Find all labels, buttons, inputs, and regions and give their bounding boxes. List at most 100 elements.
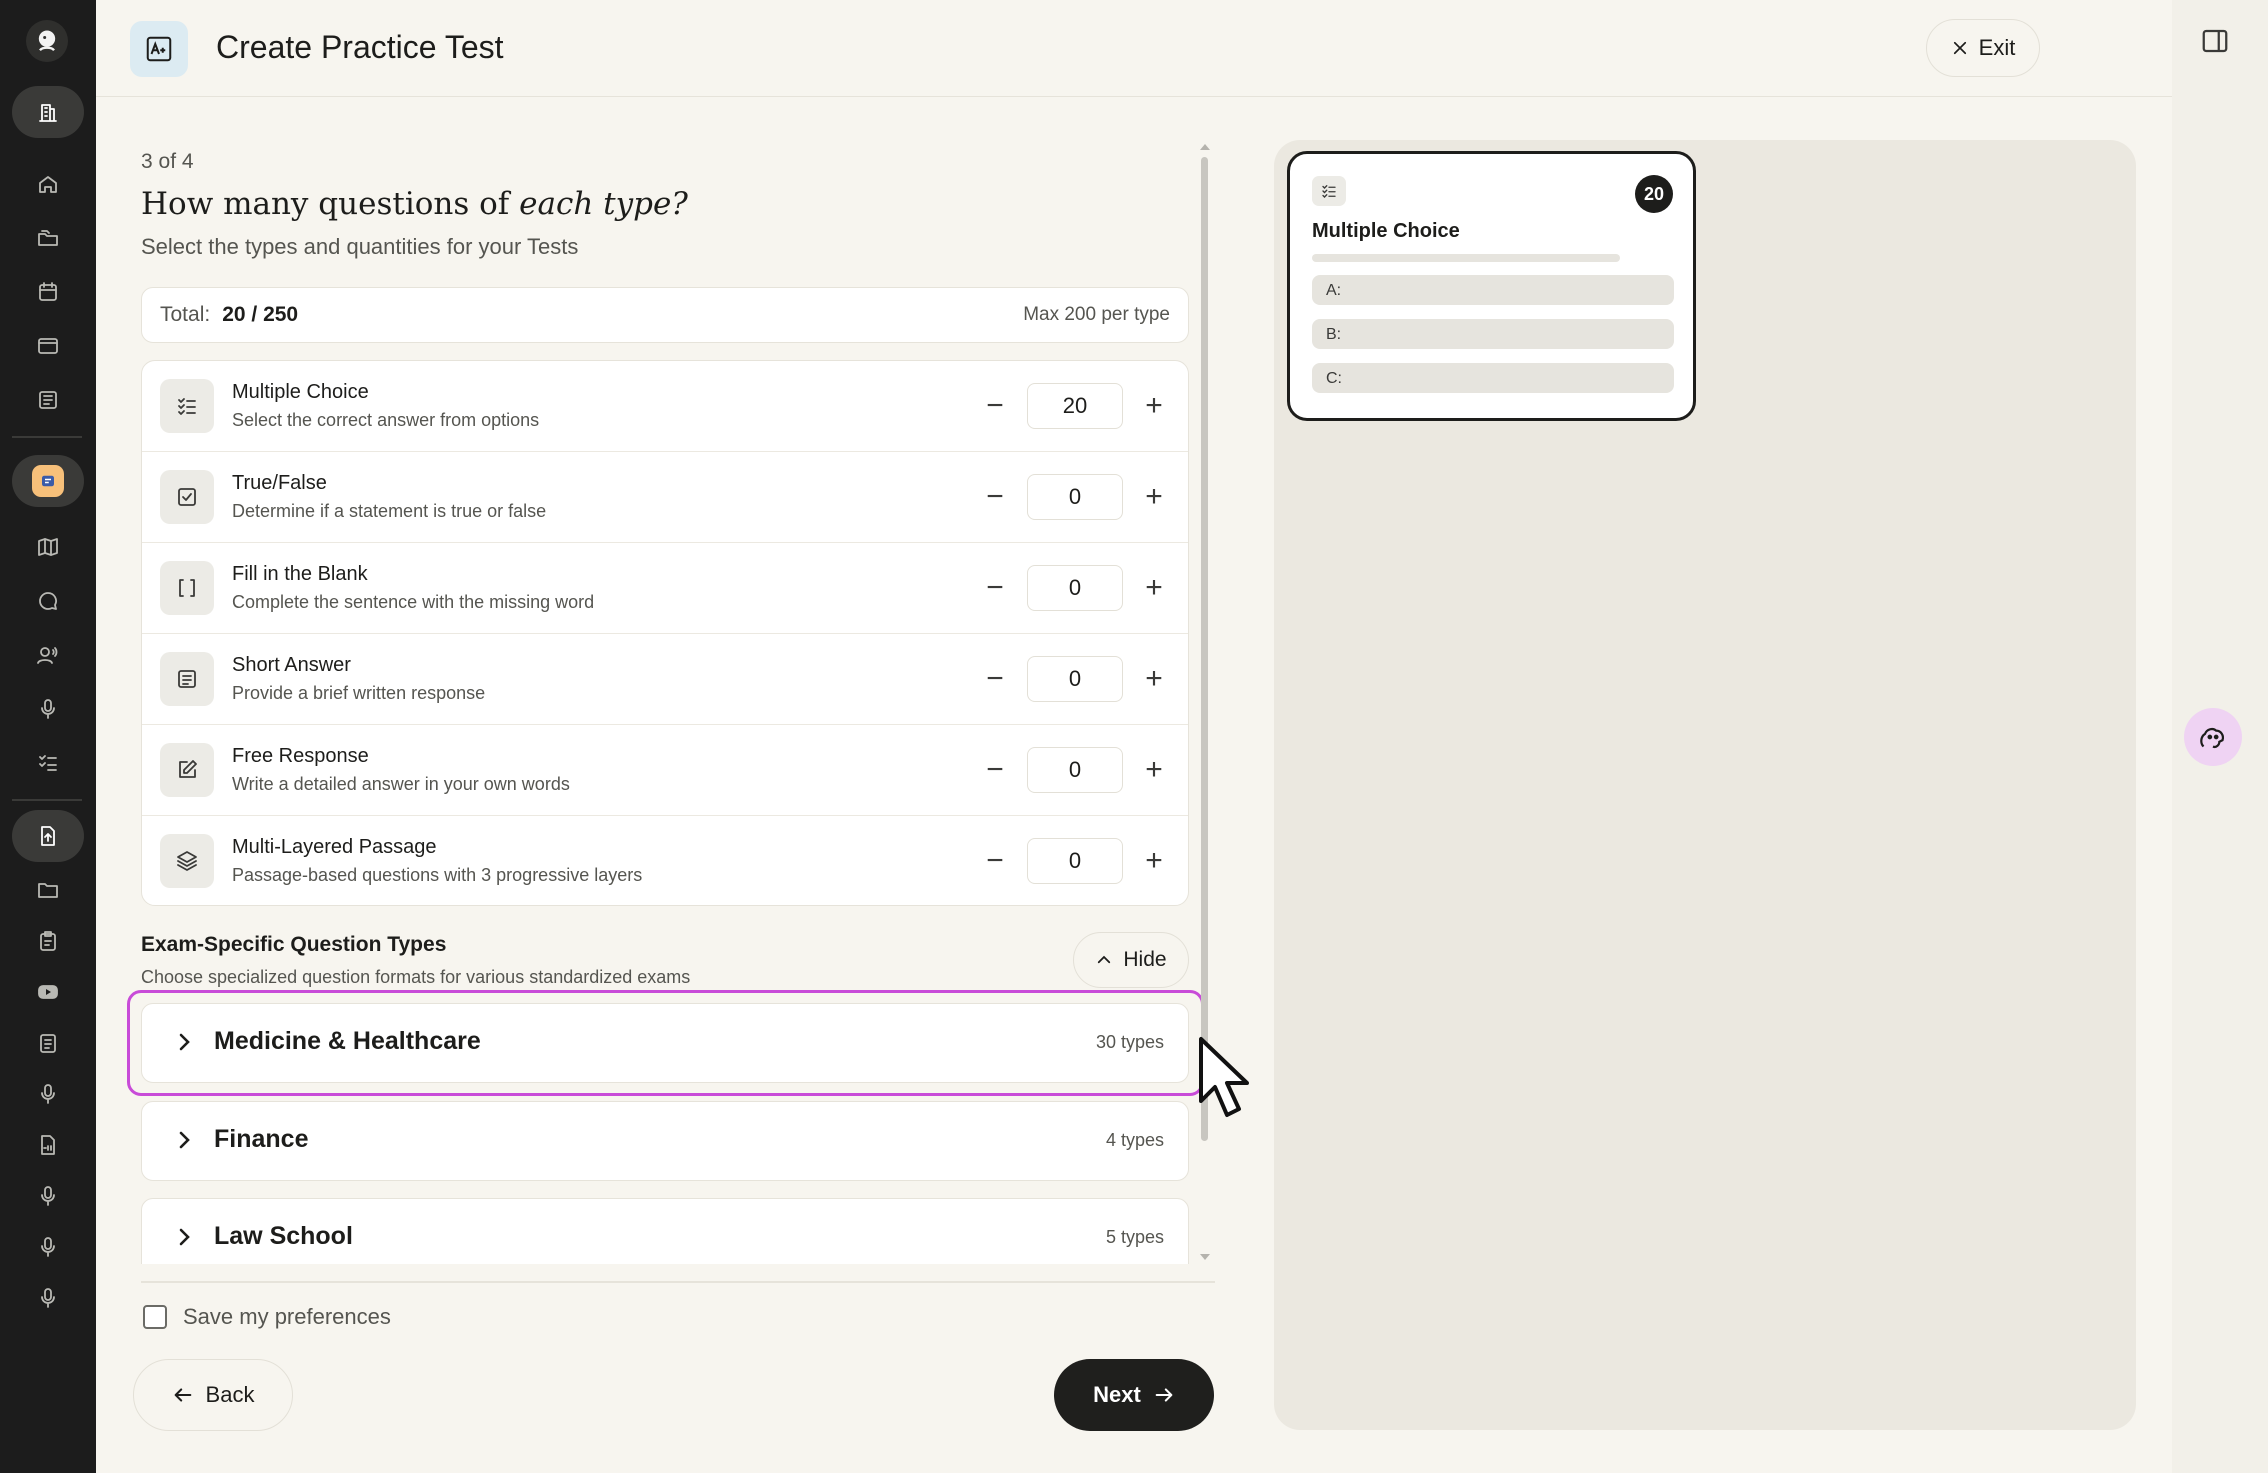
brackets-icon [160, 561, 214, 615]
increment-button[interactable]: + [1136, 479, 1172, 515]
folders-icon[interactable] [28, 218, 68, 258]
hide-button[interactable]: Hide [1073, 932, 1189, 988]
increment-button[interactable]: + [1136, 388, 1172, 424]
building-icon[interactable] [12, 86, 84, 138]
type-description: Provide a brief written response [232, 683, 486, 703]
increment-button[interactable]: + [1136, 661, 1172, 697]
increment-button[interactable]: + [1136, 570, 1172, 606]
type-row-multi-layered-passage: Multi-Layered Passage Passage-based ques… [142, 816, 1188, 905]
assistant-avatar-icon[interactable] [2184, 708, 2242, 766]
next-label: Next [1093, 1382, 1141, 1407]
voice-user-icon[interactable] [28, 635, 68, 675]
decrement-button[interactable]: − [977, 752, 1013, 788]
type-row-multiple-choice: Multiple Choice Select the correct answe… [142, 361, 1188, 452]
scroll-up-arrow-icon[interactable] [1199, 142, 1211, 152]
back-label: Back [205, 1382, 255, 1407]
category-finance[interactable]: Finance 4 types [141, 1101, 1189, 1181]
page-header: Create Practice Test [96, 0, 2172, 97]
decrement-button[interactable]: − [977, 570, 1013, 606]
back-button[interactable]: Back [133, 1359, 293, 1431]
scroll-down-arrow-icon[interactable] [1199, 1252, 1211, 1262]
type-name: Free Response [232, 745, 369, 767]
type-row-free-response: Free Response Write a detailed answer in… [142, 725, 1188, 816]
decrement-button[interactable]: − [977, 388, 1013, 424]
pdf-icon[interactable] [28, 1125, 68, 1165]
preview-count-badge: 20 [1635, 175, 1673, 213]
question-prefix: How many questions of [141, 186, 520, 222]
type-description: Determine if a statement is true or fals… [232, 501, 547, 521]
question-subtitle: Select the types and quantities for your… [141, 234, 579, 259]
category-count: 5 types [1105, 1227, 1164, 1247]
next-button[interactable]: Next [1054, 1359, 1214, 1431]
chat-icon[interactable] [28, 581, 68, 621]
type-description: Complete the sentence with the missing w… [232, 592, 595, 612]
type-row-short-answer: Short Answer Provide a brief written res… [142, 634, 1188, 725]
quantity-input[interactable]: 20 [1027, 383, 1123, 429]
quantity-input[interactable]: 0 [1027, 474, 1123, 520]
upload-file-icon[interactable] [12, 810, 84, 862]
quantity-input[interactable]: 0 [1027, 656, 1123, 702]
page-title: Create Practice Test [216, 29, 504, 65]
save-preferences-checkbox[interactable] [143, 1305, 167, 1329]
quantity-input[interactable]: 0 [1027, 565, 1123, 611]
panel-toggle-icon[interactable] [2200, 26, 2230, 56]
preview-card-multiple-choice: 20 Multiple Choice A: B: C: [1287, 151, 1696, 421]
preview-option: C: [1312, 363, 1674, 393]
question-types-list: Multiple Choice Select the correct answe… [141, 360, 1189, 906]
decrement-button[interactable]: − [977, 661, 1013, 697]
calendar-icon[interactable] [28, 272, 68, 312]
grade-a-plus-icon [130, 21, 188, 77]
type-description: Passage-based questions with 3 progressi… [232, 865, 643, 885]
folder-icon[interactable] [28, 870, 68, 910]
decrement-button[interactable]: − [977, 479, 1013, 515]
exam-types-subtitle: Choose specialized question formats for … [141, 967, 691, 987]
question-emphasis: each type? [519, 186, 688, 222]
mic-icon[interactable] [28, 1074, 68, 1114]
total-summary: Total: 20 / 250 Max 200 per type [141, 287, 1189, 343]
decrement-button[interactable]: − [977, 843, 1013, 879]
list-check-icon [160, 379, 214, 433]
increment-button[interactable]: + [1136, 752, 1172, 788]
chevron-right-icon [179, 1131, 190, 1149]
app-icon[interactable] [12, 455, 84, 507]
quantity-input[interactable]: 0 [1027, 747, 1123, 793]
arrow-right-icon [1155, 1388, 1173, 1402]
exit-button[interactable]: Exit [1926, 19, 2040, 77]
category-name: Law School [214, 1222, 353, 1250]
youtube-icon[interactable] [28, 972, 68, 1012]
text-lines-icon [160, 652, 214, 706]
mic-icon[interactable] [28, 1176, 68, 1216]
mic-icon[interactable] [28, 1278, 68, 1318]
increment-button[interactable]: + [1136, 843, 1172, 879]
category-name: Medicine & Healthcare [214, 1027, 481, 1055]
quantity-input[interactable]: 0 [1027, 838, 1123, 884]
category-medicine-healthcare[interactable]: Medicine & Healthcare 30 types [141, 1003, 1189, 1083]
preview-question-placeholder [1312, 254, 1620, 262]
category-count: 4 types [1105, 1130, 1164, 1150]
exam-types-heading: Exam-Specific Question Types [141, 933, 447, 956]
save-preferences-label: Save my preferences [183, 1304, 391, 1329]
category-law-school[interactable]: Law School 5 types [141, 1198, 1189, 1264]
type-name: Short Answer [232, 654, 351, 676]
window-icon[interactable] [28, 326, 68, 366]
type-description: Select the correct answer from options [232, 410, 540, 430]
chevron-up-icon [1098, 955, 1111, 964]
chevron-right-icon [179, 1033, 190, 1051]
mic-icon[interactable] [28, 1227, 68, 1267]
type-name: Multi-Layered Passage [232, 836, 437, 858]
arrow-left-icon [174, 1388, 191, 1402]
preview-option: A: [1312, 275, 1674, 305]
library-icon[interactable] [28, 380, 68, 420]
type-row-fill-in-the-blank: Fill in the Blank Complete the sentence … [142, 543, 1188, 634]
notes-icon[interactable] [28, 1023, 68, 1063]
clipboard-icon[interactable] [28, 921, 68, 961]
scrollbar[interactable] [1201, 157, 1208, 1141]
question-heading: How many questions of each type? [141, 186, 688, 222]
logo-icon[interactable] [26, 20, 68, 62]
map-icon[interactable] [28, 527, 68, 567]
home-icon[interactable] [28, 164, 68, 204]
checklist-icon[interactable] [28, 743, 68, 783]
category-name: Finance [214, 1125, 309, 1153]
mic-icon[interactable] [28, 689, 68, 729]
checkbox-icon [160, 470, 214, 524]
